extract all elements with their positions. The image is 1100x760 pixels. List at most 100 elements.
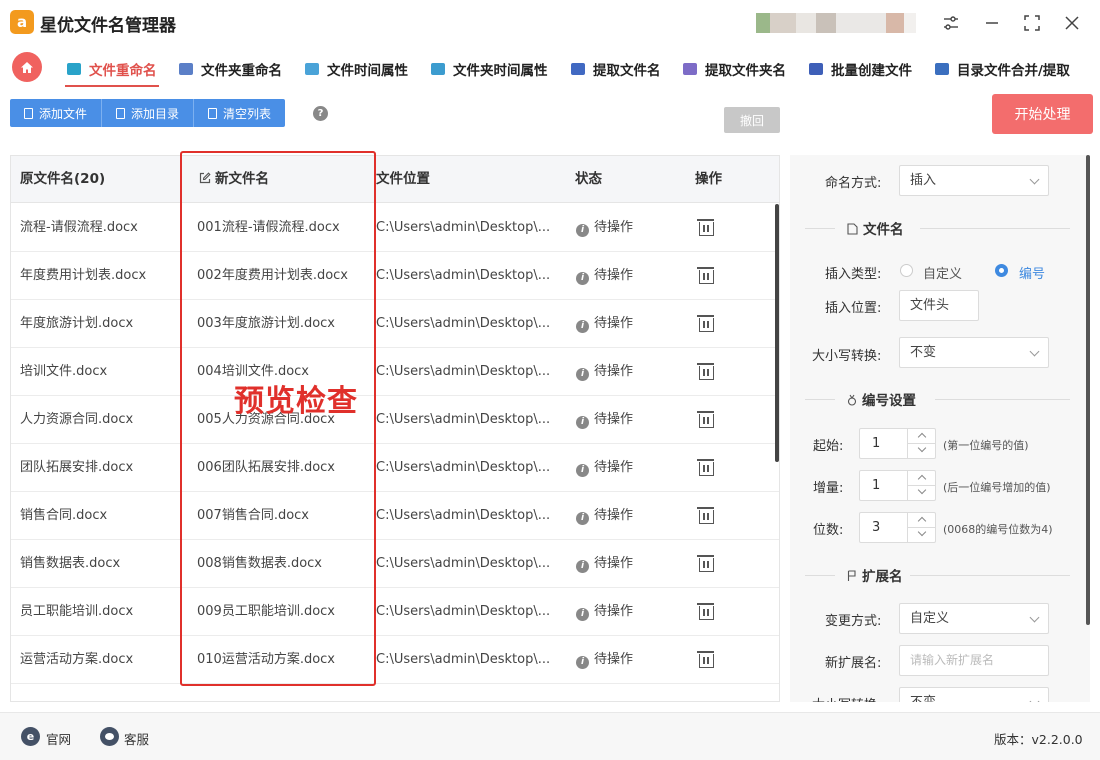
status-text: 待操作: [594, 556, 634, 571]
app-logo: a: [10, 10, 34, 34]
table-row[interactable]: 人力资源合同.docx 005人力资源合同.docx C:\Users\admin\…: [11, 396, 779, 444]
cell-original-name: 团队拓展安排.docx: [20, 460, 134, 475]
start-processing-button[interactable]: 开始处理: [992, 94, 1093, 134]
delete-row-icon[interactable]: [697, 218, 714, 236]
chevron-down-icon: [1029, 696, 1040, 702]
add-directory-button[interactable]: 添加目录: [102, 99, 195, 127]
panel-scrollbar[interactable]: [1086, 155, 1090, 625]
info-icon: i: [576, 512, 589, 525]
delete-row-icon[interactable]: [697, 458, 714, 476]
close-icon[interactable]: [1061, 12, 1083, 34]
tab-label: 文件时间属性: [327, 63, 408, 79]
table-row[interactable]: 流程-请假流程.docx 001流程-请假流程.docx C:\Users\admi…: [11, 204, 779, 252]
delete-row-icon[interactable]: [697, 410, 714, 428]
table-scrollbar[interactable]: [775, 204, 779, 462]
table-row[interactable]: 员工职能培训.docx 009员工职能培训.docx C:\Users\admin\…: [11, 588, 779, 636]
table-row[interactable]: 团队拓展安排.docx 006团队拓展安排.docx C:\Users\admin\…: [11, 444, 779, 492]
tab-dir-merge[interactable]: 目录文件合并/提取: [935, 56, 1070, 82]
table-row[interactable]: 年度费用计划表.docx 002年度费用计划表.docx C:\Users\admi…: [11, 252, 779, 300]
cell-original-name: 运营活动方案.docx: [20, 652, 134, 667]
table-row[interactable]: 销售合同.docx 007销售合同.docx C:\Users\admin\Desk…: [11, 492, 779, 540]
table-row[interactable]: 培训文件.docx 004培训文件.docx C:\Users\admin\Desk…: [11, 348, 779, 396]
ext-case-select[interactable]: 不变: [899, 687, 1049, 702]
batch-create-icon: [809, 63, 823, 75]
naming-method-select[interactable]: 插入: [899, 165, 1049, 196]
increment-icon[interactable]: [907, 429, 935, 444]
start-stepper[interactable]: 1: [859, 428, 936, 459]
extract-foldername-icon: [683, 63, 697, 75]
cell-location: C:\Users\admin\Desktop\...: [376, 268, 551, 283]
cell-original-name: 培训文件.docx: [20, 364, 108, 379]
tab-file-time[interactable]: 文件时间属性: [305, 56, 408, 82]
insert-position-select[interactable]: 文件头: [899, 290, 979, 321]
service-link[interactable]: 客服: [124, 729, 149, 748]
table-header: 原文件名(20) 新文件名 文件位置 状态 操作: [11, 156, 779, 203]
step-stepper[interactable]: 1: [859, 470, 936, 501]
chat-icon[interactable]: [100, 727, 119, 746]
home-button[interactable]: [12, 52, 42, 82]
cell-location: C:\Users\admin\Desktop\...: [376, 364, 551, 379]
undo-button[interactable]: 撤回: [724, 107, 780, 133]
file-action-buttons: 添加文件 添加目录 清空列表: [10, 99, 286, 127]
new-extension-label: 新扩展名:: [825, 656, 882, 671]
digits-hint: (0068的编号位数为4): [943, 523, 1053, 536]
decrement-icon[interactable]: [907, 527, 935, 542]
table-row[interactable]: 年度旅游计划.docx 003年度旅游计划.docx C:\Users\admin\…: [11, 300, 779, 348]
status-text: 待操作: [594, 460, 634, 475]
delete-row-icon[interactable]: [697, 314, 714, 332]
help-icon[interactable]: ?: [313, 106, 328, 121]
increment-icon[interactable]: [907, 513, 935, 528]
status-text: 待操作: [594, 364, 634, 379]
tab-extract-filename[interactable]: 提取文件名: [571, 56, 661, 82]
tab-folder-time[interactable]: 文件夹时间属性: [431, 56, 548, 82]
new-extension-input[interactable]: 请输入新扩展名: [899, 645, 1049, 676]
website-icon[interactable]: e: [21, 727, 40, 746]
header-original-name: 原文件名(20): [20, 171, 106, 187]
info-icon: i: [576, 368, 589, 381]
delete-row-icon[interactable]: [697, 266, 714, 284]
decrement-icon[interactable]: [907, 443, 935, 458]
delete-row-icon[interactable]: [697, 554, 714, 572]
chevron-down-icon: [1029, 174, 1040, 185]
settings-sliders-icon[interactable]: [940, 12, 962, 34]
add-file-button[interactable]: 添加文件: [10, 99, 103, 127]
tab-file-rename[interactable]: 文件重命名: [65, 56, 158, 87]
digits-stepper[interactable]: 3: [859, 512, 936, 543]
dir-merge-icon: [935, 63, 949, 75]
decrement-icon[interactable]: [907, 485, 935, 500]
cell-location: C:\Users\admin\Desktop\...: [376, 556, 551, 571]
table-row[interactable]: 销售数据表.docx 008销售数据表.docx C:\Users\admin\De…: [11, 540, 779, 588]
info-icon: i: [576, 224, 589, 237]
file-time-icon: [305, 63, 319, 75]
delete-row-icon[interactable]: [697, 602, 714, 620]
step-hint: (后一位编号增加的值): [943, 481, 1051, 494]
case-conversion-select[interactable]: 不变: [899, 337, 1049, 368]
tab-batch-create[interactable]: 批量创建文件: [809, 56, 912, 82]
medal-icon: [847, 394, 857, 406]
status-text: 待操作: [594, 220, 634, 235]
change-method-select[interactable]: 自定义: [899, 603, 1049, 634]
delete-row-icon[interactable]: [697, 362, 714, 380]
clear-list-button[interactable]: 清空列表: [194, 99, 286, 127]
radio-custom[interactable]: [900, 264, 913, 277]
tab-extract-foldername[interactable]: 提取文件夹名: [683, 56, 786, 82]
website-link[interactable]: 官网: [46, 729, 71, 748]
cell-original-name: 销售合同.docx: [20, 508, 108, 523]
cell-location: C:\Users\admin\Desktop\...: [376, 412, 551, 427]
radio-numbering[interactable]: [995, 264, 1008, 277]
tab-folder-rename[interactable]: 文件夹重命名: [179, 56, 282, 82]
cell-original-name: 年度旅游计划.docx: [20, 316, 134, 331]
table-row[interactable]: 运营活动方案.docx 010运营活动方案.docx C:\Users\admin\…: [11, 636, 779, 684]
document-icon: [847, 223, 858, 235]
delete-row-icon[interactable]: [697, 650, 714, 668]
cell-original-name: 流程-请假流程.docx: [20, 220, 138, 235]
flag-icon: [847, 570, 856, 581]
header-new-name: 新文件名: [199, 156, 269, 203]
insert-position-label: 插入位置:: [825, 301, 882, 316]
ext-case-label: 大小写转换:: [812, 694, 881, 702]
increment-icon[interactable]: [907, 471, 935, 486]
tab-label: 文件夹时间属性: [453, 63, 548, 79]
maximize-icon[interactable]: [1021, 12, 1043, 34]
delete-row-icon[interactable]: [697, 506, 714, 524]
minimize-icon[interactable]: [981, 12, 1003, 34]
